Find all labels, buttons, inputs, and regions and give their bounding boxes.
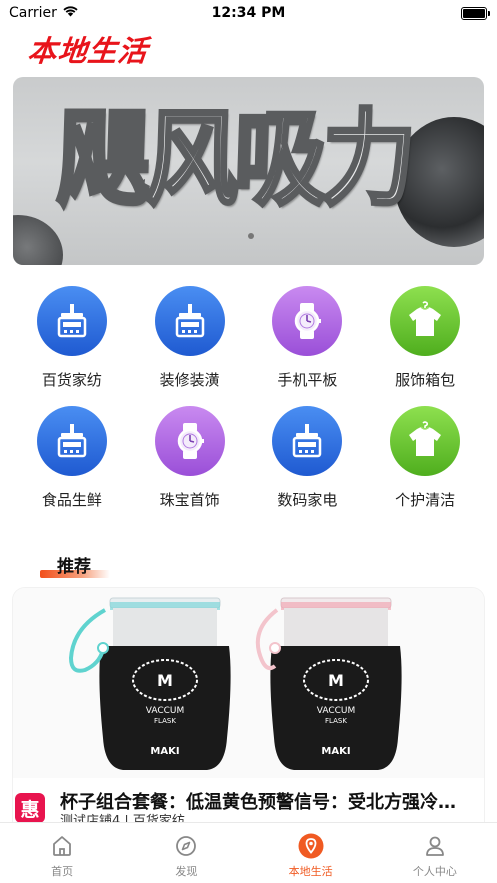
shirt-icon xyxy=(390,286,461,356)
home-icon xyxy=(49,833,75,859)
watch-icon xyxy=(272,286,343,356)
watch-icon xyxy=(154,406,225,476)
category-item[interactable]: 个护清洁 xyxy=(366,403,484,518)
category-item[interactable]: 食品生鲜 xyxy=(13,403,131,518)
svg-text:M: M xyxy=(157,671,173,690)
recommend-title: 推荐 xyxy=(57,557,91,577)
bottle-brand-text: VACCUM xyxy=(317,706,356,716)
banner-decoration xyxy=(13,215,63,265)
tab-location[interactable]: 本地生活 xyxy=(249,823,373,883)
category-label: 百货家纺 xyxy=(41,371,102,389)
category-label: 装修装潢 xyxy=(159,371,220,389)
discount-badge: 惠 xyxy=(15,793,45,823)
bottle-brand-text: VACCUM xyxy=(146,706,185,716)
cleaner-icon xyxy=(272,406,343,476)
bottle-logo-text: MAKI xyxy=(321,746,350,757)
category-label: 珠宝首饰 xyxy=(159,491,220,509)
category-label: 数码家电 xyxy=(277,491,338,509)
tab-label: 本地生活 xyxy=(288,865,333,878)
category-label: 手机平板 xyxy=(277,371,338,389)
category-label: 服饰箱包 xyxy=(395,371,456,389)
category-label: 个护清洁 xyxy=(395,491,456,509)
battery-icon xyxy=(461,6,490,20)
bottle-sub-text: FLASK xyxy=(154,717,176,725)
tab-compass[interactable]: 发现 xyxy=(124,823,248,883)
person-icon xyxy=(422,833,448,859)
tab-home[interactable]: 首页 xyxy=(0,823,124,883)
category-item[interactable]: 百货家纺 xyxy=(13,283,131,398)
status-bar: Carrier 12:34 PM xyxy=(0,0,497,26)
category-item[interactable]: 服饰箱包 xyxy=(366,283,484,398)
cleaner-icon xyxy=(36,286,107,356)
product-card[interactable]: M VACCUM FLASK MAKI M VACCUM FLASK MAKI … xyxy=(13,588,484,838)
bottle-logo-text: MAKI xyxy=(150,746,179,757)
tab-person[interactable]: 个人中心 xyxy=(373,823,497,883)
category-item[interactable]: 数码家电 xyxy=(249,403,367,518)
cleaner-icon xyxy=(154,286,225,356)
wifi-icon xyxy=(62,5,79,21)
category-item[interactable]: 装修装潢 xyxy=(131,283,249,398)
category-label: 食品生鲜 xyxy=(41,491,102,509)
tab-label: 个人中心 xyxy=(412,865,457,878)
carousel-indicator xyxy=(248,233,254,239)
app-logo: 本地生活 xyxy=(26,34,150,68)
shirt-icon xyxy=(390,406,461,476)
carrier-label: Carrier xyxy=(9,5,57,21)
category-item[interactable]: 手机平板 xyxy=(249,283,367,398)
cleaner-icon xyxy=(36,406,107,476)
category-item[interactable]: 珠宝首饰 xyxy=(131,403,249,518)
banner-text: 飓风吸力 xyxy=(54,96,414,222)
product-image: M VACCUM FLASK MAKI M VACCUM FLASK MAKI xyxy=(13,588,484,778)
bottle-sub-text: FLASK xyxy=(325,717,347,725)
svg-text:M: M xyxy=(328,671,344,690)
tab-bar: 首页 发现 本地生活 个人中心 xyxy=(0,822,497,883)
tab-label: 发现 xyxy=(175,865,198,878)
category-grid: 百货家纺 装修装潢 手机平板 服饰箱包食品生鲜 珠宝首饰 数码家电 个护清洁 xyxy=(13,283,484,518)
tab-label: 首页 xyxy=(51,865,74,878)
location-icon xyxy=(298,833,324,859)
compass-icon xyxy=(173,833,199,859)
